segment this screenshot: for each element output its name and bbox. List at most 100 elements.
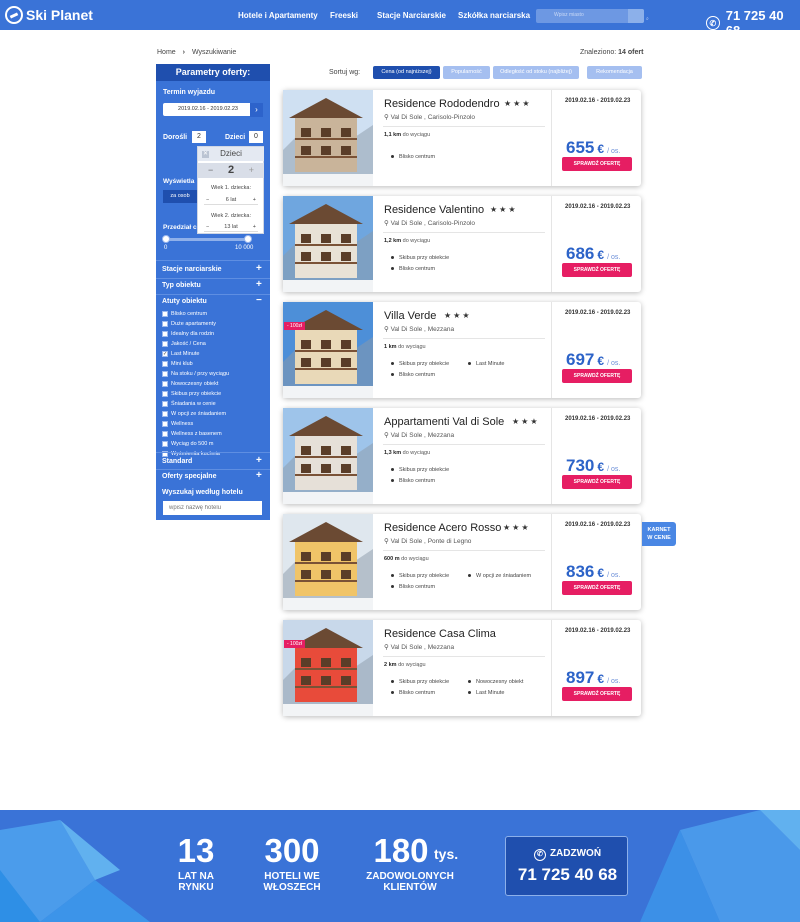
nav-freeski[interactable]: Freeski [330, 11, 358, 20]
feature-checkbox[interactable] [162, 311, 168, 317]
popup-header: ✕ Dzieci [198, 147, 264, 161]
price-max: 10 000 [235, 245, 254, 251]
sort-distance-button[interactable]: Odległość od stoku (najbliżej) [493, 66, 579, 79]
plus-icon[interactable]: + [256, 279, 262, 290]
check-offer-button[interactable]: SPRAWDŹ OFERTĘ [562, 581, 632, 595]
sort-price-button[interactable]: Cena (od najniższej) [373, 66, 440, 79]
section-standard[interactable]: Standard [162, 458, 192, 465]
plus-icon[interactable]: + [256, 470, 262, 481]
star-rating: ★★★ [444, 311, 472, 320]
age2-label: Wiek 2. dziecka: [210, 213, 252, 219]
date-next-button[interactable]: › [250, 103, 263, 117]
logo[interactable]: Ski Planet [5, 6, 93, 24]
minus-icon[interactable]: − [206, 197, 209, 203]
feature-checkbox[interactable] [162, 361, 168, 367]
sort-recommendation-button[interactable]: Rekomendacja [587, 66, 642, 79]
section-ski-stations[interactable]: Stacje narciarskie [162, 266, 222, 273]
nav-ski-stations[interactable]: Stacje Narciarskie [377, 11, 446, 20]
price-range-slider[interactable] [166, 238, 248, 241]
section-features[interactable]: Atuty obiektu [162, 298, 207, 305]
close-icon[interactable]: ✕ [202, 151, 209, 158]
hotel-photo[interactable] [283, 90, 373, 186]
hotel-card: Residence Acero Rosso ★★★ ⚲ Val Di Sole … [283, 514, 641, 610]
divider [383, 126, 545, 127]
minus-icon[interactable]: − [206, 224, 209, 230]
hotel-photo[interactable] [283, 196, 373, 292]
feature-checkbox[interactable] [162, 431, 168, 437]
feature-checkbox[interactable] [162, 411, 168, 417]
search-input[interactable]: Wpisz miasto ⌕ [536, 9, 649, 23]
nav-ski-school[interactable]: Szkółka narciarska [458, 11, 530, 20]
section-special-offers[interactable]: Oferty specjalne [162, 473, 216, 480]
feature-checkbox[interactable] [162, 381, 168, 387]
feature-checkbox[interactable] [162, 371, 168, 377]
feature-checkbox[interactable] [162, 321, 168, 327]
search-button[interactable]: ⌕ [628, 9, 649, 23]
feature-checkbox[interactable] [162, 341, 168, 347]
check-offer-button[interactable]: SPRAWDŹ OFERTĘ [562, 687, 632, 701]
hotel-name[interactable]: Residence Rododendro [384, 98, 500, 110]
hotel-name[interactable]: Residence Acero Rosso [384, 522, 501, 534]
karnet-text: KARNET W CENIE [647, 527, 671, 541]
plus-icon[interactable]: + [249, 163, 254, 178]
hotel-photo[interactable]: - 100zł [283, 302, 373, 398]
phone-icon: ✆ [706, 16, 720, 30]
price-value: 686 [566, 244, 595, 263]
per-person-button[interactable]: za osob [163, 190, 197, 203]
check-offer-button[interactable]: SPRAWDŹ OFERTĘ [562, 157, 632, 171]
stat-clients-label-2: KLIENTÓW [383, 882, 437, 893]
hotel-photo-image [283, 620, 373, 716]
feature-checkbox[interactable] [162, 331, 168, 337]
plus-icon[interactable]: + [256, 455, 262, 466]
plus-icon[interactable]: + [253, 224, 256, 230]
distance-info: 1,1 km do wyciągu [384, 132, 430, 138]
nav-hotels[interactable]: Hotele i Apartamenty [238, 11, 318, 20]
divider [383, 444, 545, 445]
hotel-name[interactable]: Appartamenti Val di Sole [384, 416, 504, 428]
feature-checkbox[interactable] [162, 401, 168, 407]
hotel-town: Carisolo-Pinzolo [427, 220, 476, 227]
divider [156, 469, 270, 470]
hotel-search-input[interactable] [163, 501, 262, 515]
hotel-name[interactable]: Villa Verde [384, 310, 436, 322]
adults-count[interactable]: 2 [192, 131, 206, 143]
header-phone[interactable]: ✆ 71 725 40 68 [706, 8, 800, 38]
distance-value: 1,2 km [384, 238, 402, 244]
breadcrumb-home[interactable]: Home [157, 49, 176, 56]
feature-item: Nowoczesny obiekt [468, 679, 523, 685]
call-box[interactable]: ✆ ZADZWOŃ 71 725 40 68 [505, 836, 628, 896]
feature-checkbox[interactable] [162, 391, 168, 397]
distance-suffix: do wyciągu [398, 344, 426, 350]
minus-icon[interactable]: − [256, 295, 262, 306]
divider [156, 260, 270, 261]
divider [551, 196, 552, 292]
sort-popularity-button[interactable]: Popularność [443, 66, 490, 79]
chevron-right-icon: › [255, 105, 258, 114]
feature-checkbox[interactable] [162, 441, 168, 447]
hotel-search-label: Wyszukaj według hotelu [162, 489, 243, 496]
check-offer-button[interactable]: SPRAWDŹ OFERTĘ [562, 263, 632, 277]
children-count[interactable]: 0 [249, 131, 263, 143]
hotel-town: Mezzana [427, 432, 455, 439]
hotel-name[interactable]: Residence Casa Clima [384, 628, 496, 640]
section-object-type[interactable]: Typ obiektu [162, 282, 201, 289]
minus-icon[interactable]: − [208, 163, 213, 178]
price-value: 897 [566, 668, 595, 687]
hotel-photo[interactable] [283, 408, 373, 504]
price-max-handle[interactable] [244, 235, 252, 243]
hotel-photo[interactable] [283, 514, 373, 610]
check-offer-button[interactable]: SPRAWDŹ OFERTĘ [562, 369, 632, 383]
price-min-handle[interactable] [162, 235, 170, 243]
date-range-field[interactable]: 2019.02.16 - 2019.02.23 [163, 103, 253, 116]
feature-label: Duże apartamenty [171, 321, 216, 327]
hotel-photo[interactable]: - 100zł [283, 620, 373, 716]
plus-icon[interactable]: + [253, 197, 256, 203]
feature-checkbox[interactable]: ✓ [162, 351, 168, 357]
feature-checkbox[interactable] [162, 421, 168, 427]
plus-icon[interactable]: + [256, 263, 262, 274]
breadcrumb: Home › Wyszukiwanie [157, 49, 236, 56]
hotel-name[interactable]: Residence Valentino [384, 204, 484, 216]
distance-value: 1,3 km [384, 450, 402, 456]
children-stepper: − 2 + [198, 163, 264, 178]
check-offer-button[interactable]: SPRAWDŹ OFERTĘ [562, 475, 632, 489]
